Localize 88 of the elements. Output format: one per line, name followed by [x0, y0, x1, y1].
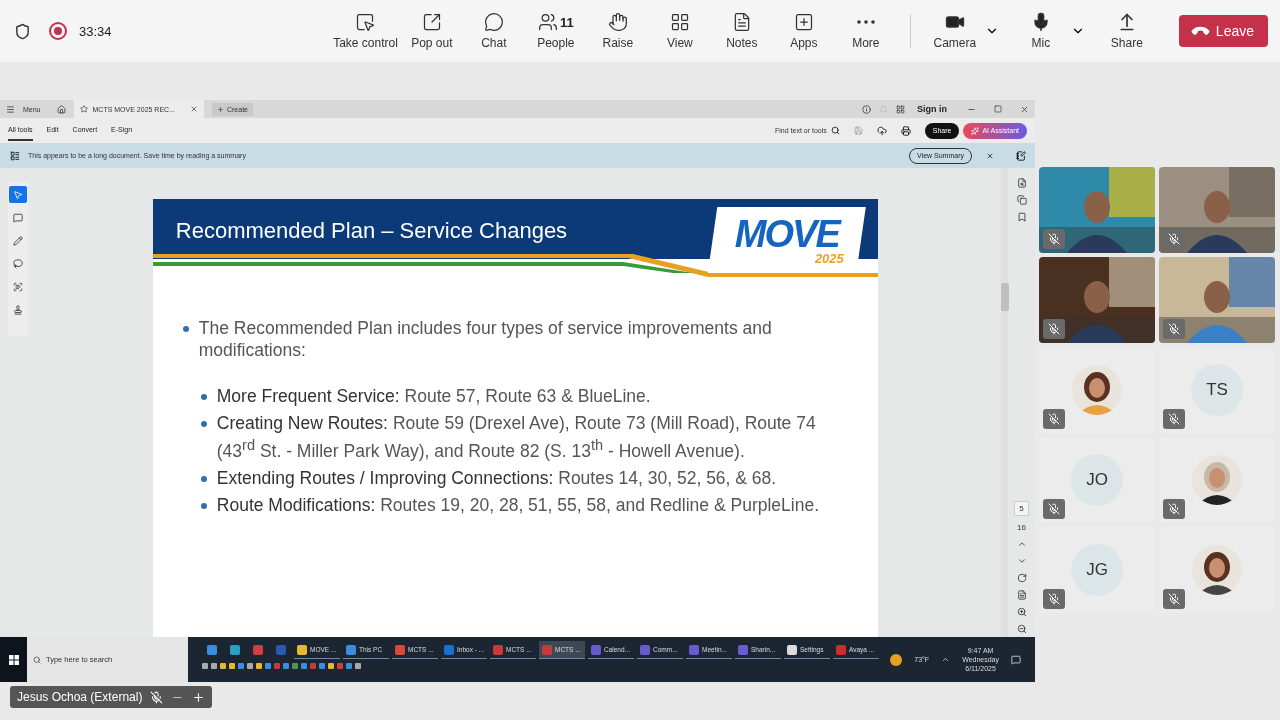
bullet-text: Creating New Routes: Route 59 (Drexel Ave), Route 73 (Mill Road), Route 74 (43$^{rd}$ St. - Miller Park Way), and Route 82 (S. 13$^{th}$ - Howell Avenue).	[216, 412, 817, 462]
upload-icon[interactable]	[876, 125, 887, 136]
raise-icon	[607, 12, 628, 32]
bullet-icon	[182, 326, 189, 332]
share-button[interactable]: Share	[1098, 12, 1155, 50]
slide-title: Recommended Plan – Service Changes	[175, 218, 568, 244]
bullet-text: The Recommended Plan includes four types of service improvements and modifications:	[198, 317, 773, 361]
meeting-timer: 33:34	[79, 23, 112, 39]
notifications-icon[interactable]	[1011, 654, 1021, 665]
bullet-icon	[200, 394, 207, 400]
logo-word: MOVE	[734, 215, 839, 252]
start-button[interactable]	[0, 637, 27, 682]
logo-year: 2025	[814, 251, 844, 265]
bullet-icon	[200, 475, 207, 482]
more-icon	[856, 20, 875, 24]
leave-button[interactable]: Leave	[1178, 15, 1268, 47]
mic-button[interactable]: Mic	[1012, 12, 1069, 50]
home-icon[interactable]	[56, 104, 66, 114]
document-icon[interactable]	[1016, 178, 1027, 188]
raise-button[interactable]: Raise	[589, 12, 646, 50]
app-icon[interactable]	[230, 645, 240, 655]
app-icon[interactable]	[253, 645, 263, 655]
mic-muted-icon[interactable]	[150, 690, 164, 704]
comment-icon	[12, 212, 23, 223]
notes-icon[interactable]	[1016, 150, 1026, 161]
sign-in-link[interactable]: Sign in	[917, 104, 947, 114]
select-icon	[12, 189, 23, 200]
print-icon[interactable]	[900, 125, 911, 136]
zoom-out-icon[interactable]	[1016, 624, 1027, 634]
app-icon[interactable]	[207, 645, 217, 655]
draw-icon	[12, 235, 23, 246]
apps-icon	[793, 12, 814, 32]
scrollbar[interactable]	[1000, 168, 1008, 637]
weather-icon	[890, 653, 903, 666]
copy-icon[interactable]	[1016, 195, 1027, 205]
take-control-icon	[355, 12, 376, 32]
close-icon[interactable]	[986, 151, 994, 160]
camera-button[interactable]: Camera	[926, 12, 983, 50]
close-icon[interactable]	[190, 105, 198, 113]
people-button[interactable]: 11 People	[527, 12, 584, 50]
tray-chevron-icon[interactable]	[941, 655, 951, 664]
page-number-field[interactable]: 5	[1014, 501, 1029, 516]
select-tool-button[interactable]	[8, 186, 27, 203]
sparkle-icon	[971, 126, 980, 135]
participant-initials: TS	[1191, 364, 1243, 416]
expand-icon[interactable]	[192, 690, 205, 704]
more-button[interactable]: More	[837, 12, 894, 50]
apps-icon[interactable]	[896, 104, 905, 114]
notes-button[interactable]: Notes	[713, 12, 770, 50]
bookmark-icon[interactable]	[1016, 212, 1027, 222]
rotate-icon[interactable]	[1016, 573, 1027, 583]
page-count: 16	[1017, 523, 1026, 532]
search-icon[interactable]	[830, 126, 840, 135]
windows-icon	[8, 654, 19, 665]
menu-icon[interactable]	[6, 104, 15, 114]
close-icon[interactable]	[1020, 104, 1029, 114]
text-icon	[12, 281, 23, 292]
view-button[interactable]: View	[651, 12, 708, 50]
bullet-icon	[200, 421, 207, 427]
zoom-in-icon[interactable]	[1016, 607, 1027, 617]
bullet-text: Route Modifications: Routes 19, 20, 28, 51, 55, 58, and Redline & PurpleLine.	[216, 493, 820, 516]
previous-page-icon[interactable]	[1016, 539, 1027, 549]
bullet-text: Extending Routes / Improving Connections: Routes 14, 30, 52, 56, & 68.	[216, 466, 777, 489]
chat-icon	[483, 12, 504, 32]
next-page-icon[interactable]	[1016, 556, 1027, 566]
people-count: 11	[559, 14, 574, 30]
bullet-icon	[200, 502, 207, 509]
pop-out-icon	[421, 12, 442, 32]
bullet-text: More Frequent Service: Route 57, Route 63 & BlueLine.	[216, 385, 651, 407]
shield-icon	[14, 22, 31, 40]
maximize-icon[interactable]	[994, 105, 1002, 113]
lasso-icon	[12, 258, 23, 269]
page-icon[interactable]	[1016, 590, 1027, 600]
apps-button[interactable]: Apps	[775, 12, 832, 50]
search-icon	[33, 655, 41, 664]
stamp-icon	[12, 304, 23, 315]
star-icon	[79, 105, 88, 113]
pop-out-button[interactable]: Pop out	[403, 12, 460, 50]
participant-initials: JG	[1071, 544, 1123, 596]
plus-icon	[217, 105, 224, 113]
chat-button[interactable]: Chat	[465, 12, 522, 50]
participant-initials: JO	[1071, 454, 1123, 506]
help-icon[interactable]	[862, 104, 871, 114]
take-control-button[interactable]: Take control	[333, 12, 398, 50]
participant-name: Jesus Ochoa (External)	[17, 690, 143, 704]
view-icon	[669, 12, 690, 32]
summary-icon	[10, 150, 20, 161]
people-icon	[537, 12, 558, 32]
